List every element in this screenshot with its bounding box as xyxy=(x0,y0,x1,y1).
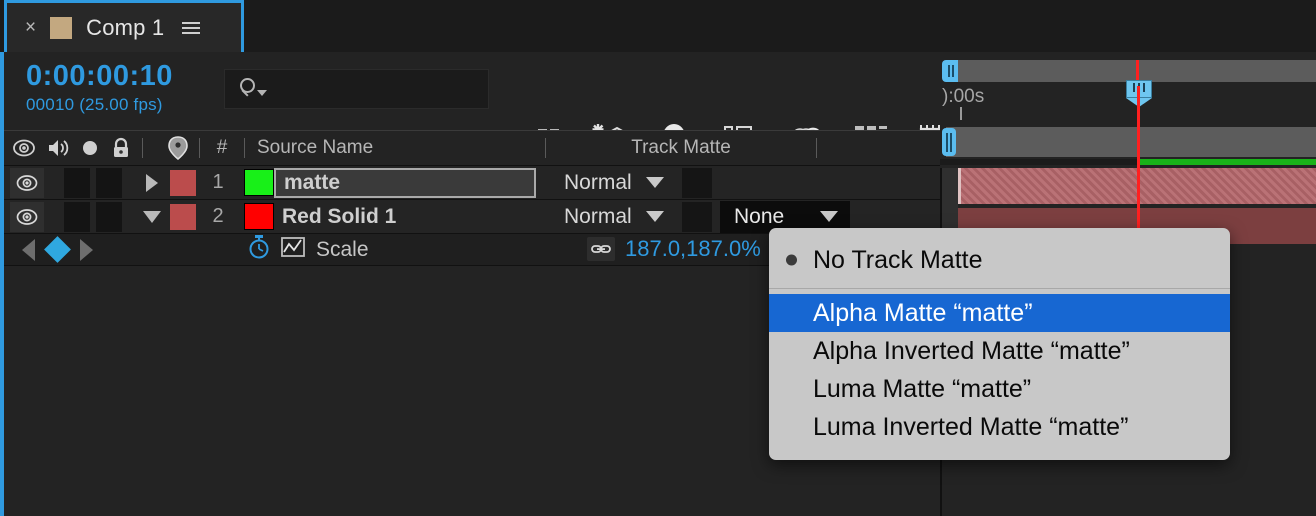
layer-name-field[interactable]: matte xyxy=(274,167,536,198)
work-area-start-handle[interactable] xyxy=(942,128,956,156)
source-color-swatch xyxy=(244,203,274,230)
column-header-source-name[interactable]: Source Name xyxy=(245,131,545,165)
menu-item-alpha-inverted-matte[interactable]: Alpha Inverted Matte “matte” xyxy=(769,332,1230,370)
preserve-transparency-toggle[interactable] xyxy=(682,167,712,198)
label-tag-icon[interactable] xyxy=(157,131,199,165)
track-matte-cell-empty xyxy=(720,167,850,199)
hamburger-icon[interactable] xyxy=(182,19,201,37)
close-icon[interactable]: × xyxy=(25,18,36,37)
track-matte-menu: No Track Matte Alpha Matte “matte” Alpha… xyxy=(769,228,1230,460)
column-header-number[interactable]: # xyxy=(200,131,244,165)
label-color-swatch[interactable] xyxy=(170,203,196,230)
menu-item-alpha-matte[interactable]: Alpha Matte “matte” xyxy=(769,294,1230,332)
layer-index: 1 xyxy=(212,171,224,193)
menu-item-label: Alpha Inverted Matte “matte” xyxy=(813,336,1130,365)
source-color-swatch xyxy=(244,169,274,196)
blend-mode-dropdown[interactable]: Normal xyxy=(550,171,676,195)
value-graph-icon[interactable] xyxy=(280,235,306,264)
time-navigator-bar[interactable] xyxy=(940,60,1316,82)
time-navigator-start-handle[interactable] xyxy=(942,60,958,82)
menu-item-label: No Track Matte xyxy=(813,245,983,274)
solo-icon[interactable] xyxy=(76,131,104,165)
timecode-value: 0:00:00:10 xyxy=(26,60,173,92)
chevron-down-icon xyxy=(646,177,664,188)
audio-toggle[interactable] xyxy=(64,167,90,198)
menu-item-label: Luma Matte “matte” xyxy=(813,374,1032,403)
constrain-proportions-link-icon[interactable] xyxy=(587,237,615,261)
blend-mode-dropdown[interactable]: Normal xyxy=(550,205,676,229)
keyframe-next-icon[interactable] xyxy=(80,238,93,261)
time-ruler-label: ):00s xyxy=(942,86,985,107)
layer-name: Red Solid 1 xyxy=(282,204,397,228)
solo-toggle[interactable] xyxy=(96,167,122,198)
solo-toggle[interactable] xyxy=(96,201,122,232)
audio-icon[interactable] xyxy=(44,131,76,165)
blend-mode-value: Normal xyxy=(564,170,632,194)
property-name-group: Scale xyxy=(248,234,369,265)
selected-bullet-icon xyxy=(786,254,797,266)
preserve-transparency-toggle[interactable] xyxy=(682,201,712,232)
menu-item-label: Luma Inverted Matte “matte” xyxy=(813,412,1129,441)
column-header-track-matte[interactable]: Track Matte xyxy=(546,131,816,165)
video-visibility-icon[interactable] xyxy=(10,201,44,232)
audio-toggle[interactable] xyxy=(64,201,90,232)
blend-mode-value: Normal xyxy=(564,204,632,228)
work-area-bar[interactable] xyxy=(940,127,1316,157)
search-input[interactable] xyxy=(224,69,489,109)
menu-item-label: Alpha Matte “matte” xyxy=(813,298,1033,327)
table-row[interactable]: 1 matte Normal xyxy=(4,166,940,200)
layer-name: matte xyxy=(284,170,341,194)
layer-index: 2 xyxy=(212,205,224,227)
chevron-down-icon xyxy=(820,211,838,222)
layer-twirl-toggle[interactable] xyxy=(138,173,166,192)
layer-name-field[interactable]: Red Solid 1 xyxy=(274,202,536,232)
menu-item-luma-matte[interactable]: Luma Matte “matte” xyxy=(769,370,1230,408)
property-value-group: 187.0,187.0% xyxy=(587,236,761,262)
frame-rate-info: 00010 (25.00 fps) xyxy=(26,95,163,114)
tab-comp-1[interactable]: × Comp 1 xyxy=(4,0,244,52)
property-value[interactable]: 187.0,187.0% xyxy=(625,236,761,262)
chevron-down-icon xyxy=(646,211,664,222)
video-visibility-icon[interactable] xyxy=(10,167,44,198)
menu-item-no-track-matte[interactable]: No Track Matte xyxy=(769,236,1230,284)
menu-item-luma-inverted-matte[interactable]: Luma Inverted Matte “matte” xyxy=(769,408,1230,446)
tab-title: Comp 1 xyxy=(86,14,165,40)
composition-swatch-icon xyxy=(50,16,73,39)
stopwatch-icon[interactable] xyxy=(248,234,270,265)
render-status-bar xyxy=(940,159,1316,165)
label-color-swatch[interactable] xyxy=(170,169,196,196)
keyframe-diamond-icon[interactable] xyxy=(44,236,71,263)
search-icon xyxy=(239,76,267,102)
lock-icon[interactable] xyxy=(104,131,138,165)
video-visibility-icon[interactable] xyxy=(4,131,44,165)
menu-divider xyxy=(769,288,1230,289)
keyframe-navigator xyxy=(4,236,108,263)
keyframe-previous-icon[interactable] xyxy=(22,238,35,261)
tab-bar: × Comp 1 xyxy=(0,0,1316,52)
track-matte-value: None xyxy=(734,204,785,228)
after-effects-timeline-panel: × Comp 1 0:00:00:10 00010 (25.00 fps)):… xyxy=(0,0,1316,516)
column-headers: # Source Name Track Matte xyxy=(4,130,940,166)
current-time-display[interactable]: 0:00:00:10 00010 (25.00 fps) xyxy=(26,60,173,115)
property-name: Scale xyxy=(316,237,369,261)
layer-twirl-toggle[interactable] xyxy=(138,210,166,223)
